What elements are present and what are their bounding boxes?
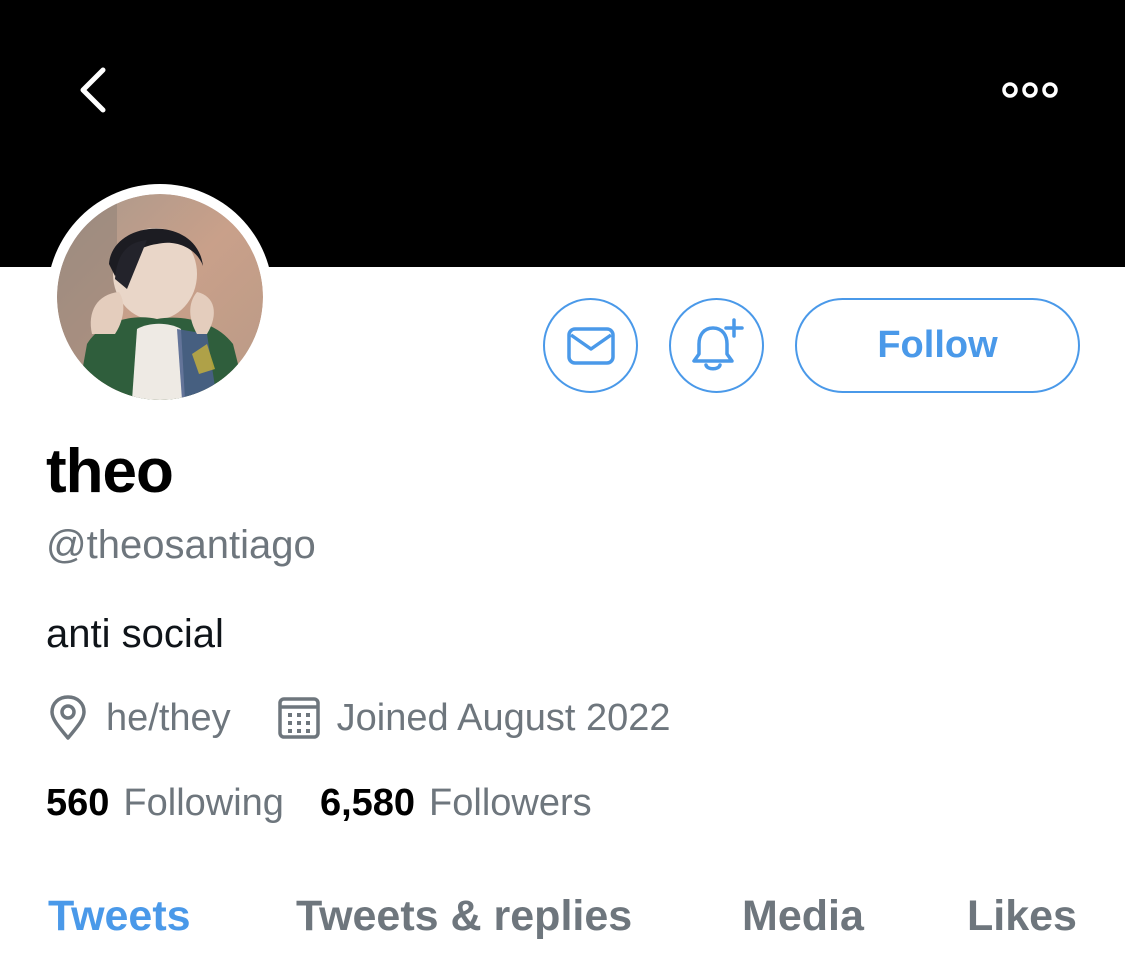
more-options-button[interactable]: [985, 58, 1075, 122]
envelope-icon: [566, 326, 615, 365]
location-item: he/they: [46, 694, 231, 742]
more-horizontal-icon: [1002, 82, 1058, 98]
following-stat[interactable]: 560 Following: [46, 782, 284, 825]
tab-tweets-replies[interactable]: Tweets & replies: [296, 892, 632, 941]
display-name: theo: [46, 437, 174, 506]
calendar-icon: [277, 694, 321, 742]
tab-tweets[interactable]: Tweets: [48, 892, 191, 941]
follow-stats: 560 Following 6,580 Followers: [46, 782, 592, 825]
followers-stat[interactable]: 6,580 Followers: [320, 782, 592, 825]
bio: anti social: [46, 612, 224, 656]
user-handle: @theosantiago: [46, 523, 316, 567]
following-label: Following: [123, 782, 284, 824]
joined-item: Joined August 2022: [277, 694, 671, 742]
map-pin-icon: [46, 694, 90, 742]
followers-count: 6,580: [319, 782, 416, 824]
tab-likes[interactable]: Likes: [967, 892, 1077, 941]
following-count: 560: [46, 782, 110, 824]
profile-meta: he/they Joined August 2022: [46, 690, 671, 746]
message-button[interactable]: [543, 298, 638, 393]
chevron-left-icon: [80, 67, 106, 113]
notifications-button[interactable]: [669, 298, 764, 393]
bell-plus-icon: [691, 317, 744, 370]
avatar[interactable]: [47, 184, 273, 410]
tab-media[interactable]: Media: [742, 892, 864, 941]
follow-button[interactable]: Follow: [795, 298, 1080, 393]
followers-label: Followers: [429, 782, 592, 824]
avatar-image: [57, 194, 263, 400]
profile-tabs: Tweets Tweets & replies Media Likes: [0, 880, 1125, 961]
joined-text: Joined August 2022: [336, 696, 671, 739]
back-button[interactable]: [48, 50, 138, 130]
location-text: he/they: [106, 696, 231, 739]
